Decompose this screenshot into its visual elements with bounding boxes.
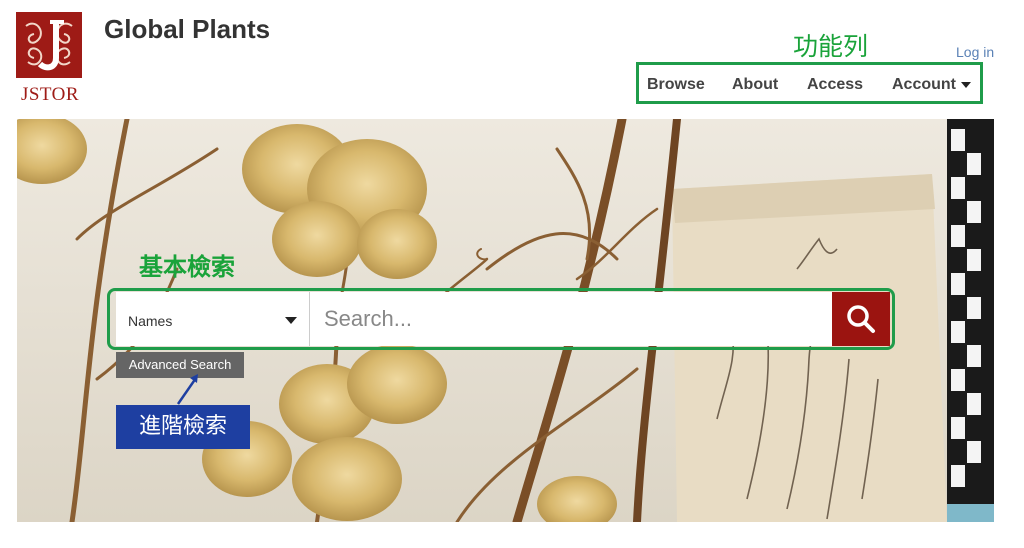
basic-search-annotation-label: 基本檢索	[139, 253, 235, 281]
site-title[interactable]: Global Plants	[104, 14, 270, 45]
caret-down-icon	[285, 317, 297, 324]
logo-text: JSTOR	[20, 84, 80, 105]
arrow-up-icon	[176, 374, 198, 405]
search-field-value: Names	[128, 313, 173, 329]
nav-annotation-label: 功能列	[793, 32, 869, 61]
nav-account[interactable]: Account	[892, 76, 971, 94]
nav-access[interactable]: Access	[807, 76, 863, 94]
nav-browse[interactable]: Browse	[647, 76, 705, 94]
caret-down-icon	[961, 81, 971, 88]
search-icon	[847, 305, 875, 333]
search-field-select[interactable]: Names	[116, 292, 310, 346]
nav-account-label: Account	[892, 76, 956, 93]
nav-about[interactable]: About	[732, 76, 778, 94]
search-button[interactable]	[832, 292, 890, 346]
advanced-search-annotation-label: 進階檢索	[116, 405, 250, 449]
ornament-icon	[25, 20, 73, 71]
login-link[interactable]: Log in	[956, 44, 994, 60]
jstor-logo[interactable]: JSTOR	[16, 12, 84, 106]
search-input[interactable]	[310, 292, 832, 346]
jstor-logo-mark	[16, 12, 82, 78]
main-nav: Browse About Access Account	[636, 62, 983, 104]
